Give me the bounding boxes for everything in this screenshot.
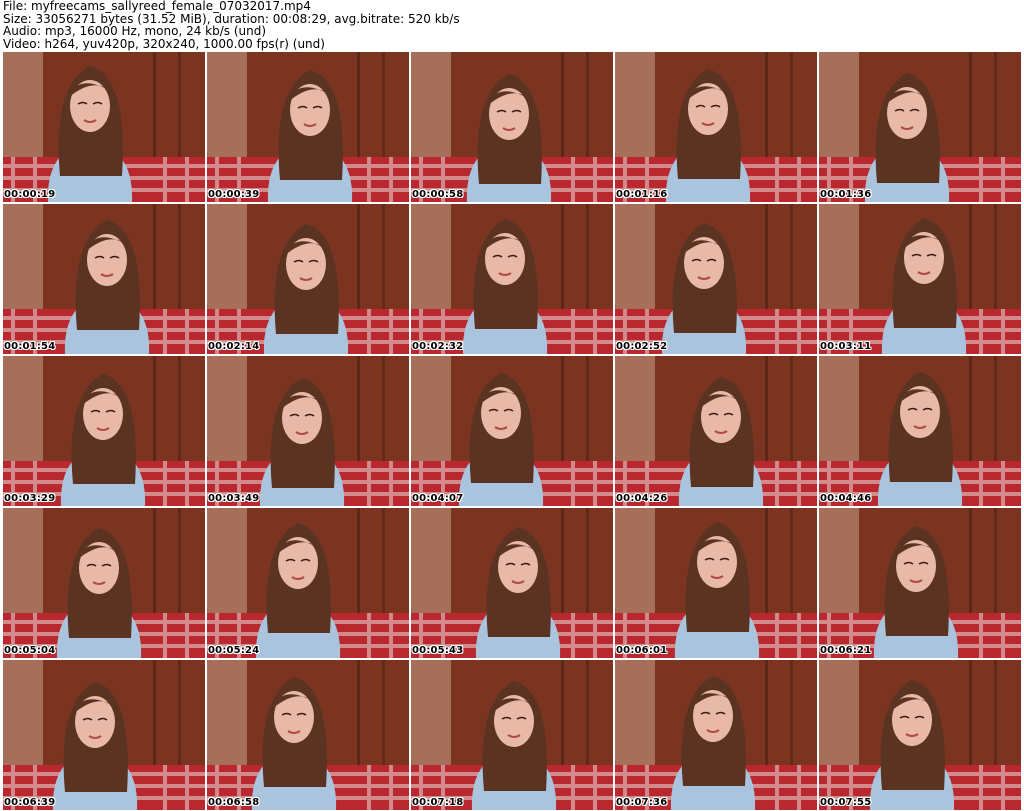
video-thumbnail: 00:04:26 xyxy=(615,356,817,506)
thumbnail-timestamp: 00:05:04 xyxy=(4,645,56,656)
video-thumbnail: 00:05:24 xyxy=(207,508,409,658)
thumbnail-grid: 00:00:19 00:00:39 00:00:58 00:01:16 00:0… xyxy=(3,52,1021,810)
video-frame-image xyxy=(615,660,817,810)
video-frame-image xyxy=(615,204,817,354)
thumbnail-timestamp: 00:04:46 xyxy=(820,493,872,504)
video-frame-image xyxy=(615,508,817,658)
video-frame-image xyxy=(411,204,613,354)
video-frame-image xyxy=(819,356,1021,506)
video-frame-image xyxy=(819,508,1021,658)
video-thumbnail: 00:07:55 xyxy=(819,660,1021,810)
video-thumbnail: 00:00:39 xyxy=(207,52,409,202)
thumbnail-timestamp: 00:04:26 xyxy=(616,493,668,504)
file-info-header: File: myfreecams_sallyreed_female_070320… xyxy=(3,0,1021,52)
thumbnail-timestamp: 00:00:19 xyxy=(4,189,56,200)
video-thumbnail: 00:02:52 xyxy=(615,204,817,354)
video-frame-image xyxy=(207,356,409,506)
video-frame-image xyxy=(207,204,409,354)
video-frame-image xyxy=(819,52,1021,202)
video-frame-image xyxy=(3,52,205,202)
video-thumbnail: 00:00:19 xyxy=(3,52,205,202)
thumbnail-timestamp: 00:06:39 xyxy=(4,797,56,808)
video-frame-image xyxy=(3,356,205,506)
video-thumbnail: 00:04:46 xyxy=(819,356,1021,506)
video-thumbnail: 00:03:29 xyxy=(3,356,205,506)
video-info-line: Video: h264, yuv420p, 320x240, 1000.00 f… xyxy=(3,36,325,51)
video-frame-image xyxy=(411,52,613,202)
video-frame-image xyxy=(819,204,1021,354)
video-frame-image xyxy=(207,52,409,202)
thumbnail-timestamp: 00:00:39 xyxy=(208,189,260,200)
video-frame-image xyxy=(411,508,613,658)
thumbnail-timestamp: 00:01:54 xyxy=(4,341,56,352)
video-frame-image xyxy=(411,356,613,506)
thumbnail-timestamp: 00:03:11 xyxy=(820,341,872,352)
video-frame-image xyxy=(3,204,205,354)
video-thumbnail: 00:02:14 xyxy=(207,204,409,354)
thumbnail-timestamp: 00:06:58 xyxy=(208,797,260,808)
video-thumbnail: 00:06:58 xyxy=(207,660,409,810)
video-frame-image xyxy=(615,52,817,202)
thumbnail-timestamp: 00:01:36 xyxy=(820,189,872,200)
video-frame-image xyxy=(207,508,409,658)
thumbnail-timestamp: 00:02:32 xyxy=(412,341,464,352)
video-frame-image xyxy=(3,660,205,810)
video-frame-image xyxy=(615,356,817,506)
thumbnail-timestamp: 00:02:52 xyxy=(616,341,668,352)
video-thumbnail: 00:05:04 xyxy=(3,508,205,658)
video-thumbnail: 00:01:16 xyxy=(615,52,817,202)
thumbnail-timestamp: 00:03:49 xyxy=(208,493,260,504)
video-thumbnail: 00:02:32 xyxy=(411,204,613,354)
thumbnail-timestamp: 00:07:55 xyxy=(820,797,872,808)
thumbnail-timestamp: 00:05:24 xyxy=(208,645,260,656)
thumbnail-timestamp: 00:06:01 xyxy=(616,645,668,656)
thumbnail-timestamp: 00:02:14 xyxy=(208,341,260,352)
thumbnail-timestamp: 00:05:43 xyxy=(412,645,464,656)
video-thumbnail: 00:06:21 xyxy=(819,508,1021,658)
thumbnail-timestamp: 00:01:16 xyxy=(616,189,668,200)
file-name-line: File: myfreecams_sallyreed_female_070320… xyxy=(3,0,311,13)
video-thumbnail: 00:07:36 xyxy=(615,660,817,810)
video-thumbnail: 00:00:58 xyxy=(411,52,613,202)
video-thumbnail: 00:04:07 xyxy=(411,356,613,506)
video-thumbnail: 00:03:49 xyxy=(207,356,409,506)
thumbnail-timestamp: 00:07:18 xyxy=(412,797,464,808)
thumbnail-timestamp: 00:04:07 xyxy=(412,493,464,504)
video-thumbnail: 00:06:01 xyxy=(615,508,817,658)
video-thumbnail: 00:03:11 xyxy=(819,204,1021,354)
thumbnail-timestamp: 00:07:36 xyxy=(616,797,668,808)
video-thumbnail: 00:06:39 xyxy=(3,660,205,810)
video-thumbnail: 00:05:43 xyxy=(411,508,613,658)
thumbnail-timestamp: 00:06:21 xyxy=(820,645,872,656)
video-thumbnail: 00:01:54 xyxy=(3,204,205,354)
thumbnail-timestamp: 00:00:58 xyxy=(412,189,464,200)
video-thumbnail: 00:01:36 xyxy=(819,52,1021,202)
video-thumbnail: 00:07:18 xyxy=(411,660,613,810)
video-frame-image xyxy=(207,660,409,810)
video-frame-image xyxy=(819,660,1021,810)
thumbnail-timestamp: 00:03:29 xyxy=(4,493,56,504)
audio-info-line: Audio: mp3, 16000 Hz, mono, 24 kb/s (und… xyxy=(3,24,267,39)
video-frame-image xyxy=(411,660,613,810)
video-frame-image xyxy=(3,508,205,658)
